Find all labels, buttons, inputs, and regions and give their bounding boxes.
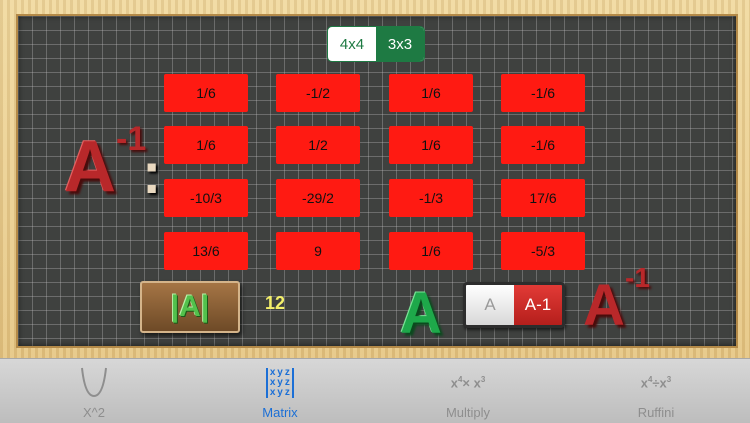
- matrix-cell-r3c3[interactable]: -1/3: [389, 179, 473, 217]
- parabola-icon: [74, 365, 114, 401]
- tab-x2[interactable]: X^2: [14, 359, 174, 423]
- divide-icon: x4÷x3: [640, 375, 672, 391]
- determinant-value: 12: [265, 293, 286, 313]
- matrix-view-toggle[interactable]: A A-1: [463, 282, 565, 328]
- inverse-logo-exponent: -1: [625, 262, 650, 293]
- inverse-logo: A -1: [583, 262, 673, 342]
- inverse-logo-letter: A: [583, 273, 625, 338]
- title-letter: A: [64, 127, 116, 207]
- matrix-cell-r2c2[interactable]: 1/2: [276, 126, 360, 164]
- tab-bar: X^2 x y z x y z x y z Matrix x4× x3 Mult…: [0, 358, 750, 423]
- matrix-cell-r4c3[interactable]: 1/6: [389, 232, 473, 270]
- matrix-cell-r1c4[interactable]: -1/6: [501, 74, 585, 112]
- segment-3x3[interactable]: 3x3: [376, 27, 424, 61]
- tab-ruffini[interactable]: x4÷x3 Ruffini: [576, 359, 736, 423]
- matrix-cell-r1c2[interactable]: -1/2: [276, 74, 360, 112]
- matrix-cell-r1c1[interactable]: 1/6: [164, 74, 248, 112]
- matrix-cell-r2c3[interactable]: 1/6: [389, 126, 473, 164]
- determinant-button[interactable]: |A|: [140, 281, 240, 333]
- matrix-cell-r4c2[interactable]: 9: [276, 232, 360, 270]
- tab-matrix[interactable]: x y z x y z x y z Matrix: [200, 359, 360, 423]
- tab-label: Multiply: [445, 405, 491, 420]
- matrix-cell-r2c4[interactable]: -1/6: [501, 126, 585, 164]
- matrix-cell-r1c3[interactable]: 1/6: [389, 74, 473, 112]
- matrix-icon-glyph: z: [284, 387, 290, 398]
- size-segmented-control[interactable]: 4x4 3x3: [327, 26, 425, 62]
- tab-label: X^2: [82, 405, 105, 420]
- matrix-cell-r3c2[interactable]: -29/2: [276, 179, 360, 217]
- tab-label: Matrix: [262, 405, 298, 420]
- matrix-icon-glyph: y: [277, 387, 283, 398]
- matrix-cell-r4c1[interactable]: 13/6: [164, 232, 248, 270]
- toggle-option-inverse[interactable]: A-1: [514, 285, 562, 325]
- matrix-cell-r3c1[interactable]: -10/3: [164, 179, 248, 217]
- inverse-matrix-title: A -1 :: [58, 120, 168, 220]
- title-colon: :: [142, 141, 162, 206]
- matrix-cell-r2c1[interactable]: 1/6: [164, 126, 248, 164]
- matrix-cell-r3c4[interactable]: 17/6: [501, 179, 585, 217]
- tab-label: Ruffini: [637, 405, 675, 420]
- toggle-option-a[interactable]: A: [466, 285, 514, 325]
- multiply-icon: x4× x3: [450, 375, 486, 391]
- matrix-icon: x y z x y z x y z: [260, 365, 300, 401]
- matrix-a-label: A: [400, 281, 442, 346]
- matrix-cell-r4c4[interactable]: -5/3: [501, 232, 585, 270]
- segment-4x4[interactable]: 4x4: [328, 27, 376, 61]
- tab-multiply[interactable]: x4× x3 Multiply: [388, 359, 548, 423]
- matrix-icon-glyph: x: [269, 387, 276, 398]
- determinant-button-label: |A|: [170, 290, 210, 323]
